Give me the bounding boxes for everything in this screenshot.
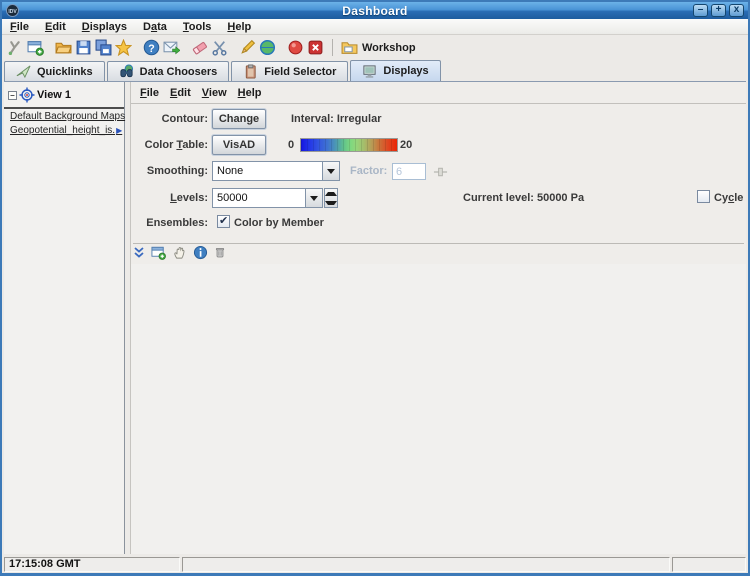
maximize-button[interactable]: + [711, 4, 726, 17]
trash-icon[interactable] [214, 245, 226, 260]
clock-display: 17:15:08 GMT [4, 557, 180, 572]
pan-hand-icon[interactable] [172, 245, 187, 260]
chevron-down-icon[interactable] [322, 162, 339, 180]
workshop-label: Workshop [362, 42, 416, 54]
menu-help[interactable]: Help [219, 21, 259, 33]
paper-plane-icon [16, 64, 31, 79]
tree-item-default-background-maps[interactable]: Default Background Maps [10, 110, 124, 123]
tab-data-choosers[interactable]: Data Choosers [107, 61, 230, 81]
workshop-button[interactable]: Workshop [341, 39, 416, 56]
collapse-chevrons-icon[interactable] [133, 245, 145, 260]
open-folder-icon[interactable] [55, 39, 72, 56]
contour-interval-text: Interval: Irregular [291, 113, 381, 125]
info-icon[interactable] [193, 245, 208, 260]
workshop-folder-icon [341, 39, 358, 56]
statusbar: 17:15:08 GMT [2, 556, 748, 573]
panel-menu-edit[interactable]: Edit [168, 87, 200, 99]
monitor-icon [362, 64, 377, 79]
factor-label: Factor: [350, 165, 387, 177]
displays-tab-content: – View 1 Default Background Maps Geopote… [4, 81, 746, 554]
window-title: Dashboard [2, 4, 748, 18]
display-mini-toolbar [133, 245, 226, 260]
cut-scissors-icon[interactable] [211, 39, 228, 56]
levels-combobox[interactable]: 50000 [212, 188, 323, 208]
factor-slider-icon [433, 167, 448, 177]
stop-icon[interactable] [307, 39, 324, 56]
levels-spinner[interactable] [324, 188, 338, 208]
help-icon[interactable]: ? [143, 39, 160, 56]
send-message-icon[interactable] [163, 39, 180, 56]
close-button[interactable]: x [729, 4, 744, 17]
save-icon[interactable] [75, 39, 92, 56]
status-message-area [182, 557, 670, 572]
tree-root-label: View 1 [37, 89, 71, 101]
new-display-window-icon[interactable] [151, 245, 166, 260]
main-toolbar: ? Workshop [2, 35, 748, 60]
tab-quicklinks[interactable]: Quicklinks [4, 61, 105, 81]
item-arrow-right-icon: ▶ [116, 124, 122, 137]
chevron-down-icon[interactable] [305, 189, 322, 207]
spinner-up-icon [325, 189, 337, 198]
smoothing-label: Smoothing: [135, 165, 208, 177]
spinner-down-icon [325, 198, 337, 207]
minimize-button[interactable]: – [693, 4, 708, 17]
tree-node-view1[interactable]: – View 1 [4, 82, 124, 109]
titlebar[interactable]: IDV Dashboard – + x [2, 2, 748, 19]
menu-file[interactable]: File [2, 21, 37, 33]
menu-edit[interactable]: Edit [37, 21, 74, 33]
panel-menu-file[interactable]: File [138, 87, 168, 99]
panel-menu-help[interactable]: Help [236, 87, 271, 99]
color-by-member-label: Color by Member [234, 217, 324, 229]
clipboard-icon [243, 64, 258, 79]
favorites-star-icon[interactable] [115, 39, 132, 56]
tree-expander-icon[interactable]: – [8, 91, 17, 100]
display-tree-panel: – View 1 Default Background Maps Geopote… [4, 82, 125, 554]
color-table-label: Color Table: [135, 139, 208, 151]
contour-label: Contour: [135, 113, 208, 125]
display-panel-body [131, 264, 746, 554]
contour-change-button[interactable]: Change [212, 109, 266, 129]
idv-app-icon[interactable]: IDV [6, 4, 19, 17]
tab-displays[interactable]: Displays [350, 60, 440, 81]
control-separator [133, 243, 744, 244]
memory-indicator-area [672, 557, 746, 572]
tree-item-geopotential-height[interactable]: Geopotential_height_is. ▶ [10, 124, 124, 137]
svg-text:IDV: IDV [8, 9, 17, 15]
color-table-button[interactable]: VisAD [212, 135, 266, 155]
view-crosshair-icon [19, 87, 35, 103]
tab-field-selector[interactable]: Field Selector [231, 61, 348, 81]
save-copy-icon[interactable] [95, 39, 112, 56]
main-tabs: Quicklinks Data Choosers Field Selector … [4, 60, 748, 81]
menu-data[interactable]: Data [135, 21, 175, 33]
record-icon[interactable] [287, 39, 304, 56]
menu-displays[interactable]: Displays [74, 21, 135, 33]
panel-menu-view[interactable]: View [200, 87, 236, 99]
ensembles-label: Ensembles: [135, 217, 208, 229]
svg-text:?: ? [148, 43, 154, 55]
colorbar-min-label: 0 [288, 139, 294, 151]
binoculars-icon [119, 64, 134, 79]
menu-tools[interactable]: Tools [175, 21, 220, 33]
colorbar-max-label: 20 [400, 139, 412, 151]
display-control-panel: File Edit View Help Contour: Change Inte… [130, 82, 746, 554]
globe-icon[interactable] [259, 39, 276, 56]
dashboard-window: IDV Dashboard – + x File Edit Displays D… [0, 0, 750, 576]
slingshot-icon[interactable] [7, 39, 24, 56]
smoothing-combobox[interactable]: None [212, 161, 340, 181]
new-window-icon[interactable] [27, 39, 44, 56]
factor-field [392, 163, 426, 180]
levels-label: Levels: [135, 192, 208, 204]
color-by-member-checkbox[interactable] [217, 215, 230, 228]
cycle-label: Cycle [714, 192, 743, 204]
cycle-checkbox[interactable] [697, 190, 710, 203]
current-level-text: Current level: 50000 Pa [463, 192, 584, 204]
edit-pencil-icon[interactable] [239, 39, 256, 56]
display-control-menubar: File Edit View Help [131, 82, 746, 104]
main-menubar: File Edit Displays Data Tools Help [2, 19, 748, 35]
color-table-preview[interactable] [300, 138, 398, 152]
eraser-icon[interactable] [191, 39, 208, 56]
toolbar-separator [332, 39, 333, 56]
